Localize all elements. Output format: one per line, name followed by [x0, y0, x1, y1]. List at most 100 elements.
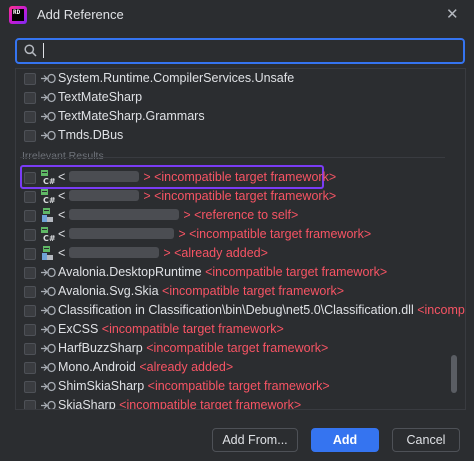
item-name: <: [58, 246, 66, 260]
item-status: > <incompatible target framework>: [143, 170, 337, 184]
item-name: ShimSkiaSharp: [58, 379, 145, 393]
checkbox[interactable]: [24, 362, 36, 374]
redacted-name: [69, 209, 180, 220]
package-reference-icon: [41, 111, 56, 125]
redacted-name: [69, 190, 140, 201]
checkbox[interactable]: [24, 324, 36, 336]
item-name: Avalonia.DesktopRuntime: [58, 265, 202, 279]
list-item[interactable]: HarfBuzzSharp <incompatible target frame…: [16, 339, 449, 358]
package-reference-icon: [41, 267, 56, 281]
search-input[interactable]: [15, 38, 465, 64]
checkbox[interactable]: [24, 73, 36, 85]
item-status: <incompat: [417, 303, 465, 317]
checkbox[interactable]: [24, 248, 36, 260]
list-item[interactable]: Tmds.DBus: [16, 126, 449, 145]
csharp-project-icon: C#: [41, 227, 56, 243]
list-item[interactable]: System.Runtime.CompilerServices.Unsafe: [16, 69, 449, 88]
checkbox[interactable]: [24, 267, 36, 279]
item-status: <incompatible target framework>: [147, 379, 330, 393]
redacted-name: [69, 247, 160, 258]
package-reference-icon: [41, 381, 56, 395]
item-status: <incompatible target framework>: [101, 322, 284, 336]
item-status: > <incompatible target framework>: [178, 227, 372, 241]
section-separator: [20, 157, 445, 158]
checkbox[interactable]: [24, 210, 36, 222]
redacted-name: [69, 171, 140, 182]
list-item[interactable]: < > <already added>: [16, 244, 449, 263]
item-status: <incompatible target framework>: [119, 398, 302, 410]
list-item[interactable]: Mono.Android <already added>: [16, 358, 449, 377]
list-item[interactable]: Avalonia.Svg.Skia <incompatible target f…: [16, 282, 449, 301]
checkbox[interactable]: [24, 305, 36, 317]
package-reference-icon: [41, 92, 56, 106]
item-name: Classification in Classification\bin\Deb…: [58, 303, 414, 317]
list-item[interactable]: C# < > <incompatible target framework>: [16, 187, 449, 206]
close-icon[interactable]: ✕: [446, 5, 459, 23]
list-item[interactable]: < > <reference to self>: [16, 206, 449, 225]
package-reference-icon: [41, 362, 56, 376]
section-label-irrelevant: Irrelevant Results: [22, 150, 104, 162]
list-item[interactable]: TextMateSharp: [16, 88, 449, 107]
item-name: Mono.Android: [58, 360, 136, 374]
package-reference-icon: [41, 286, 56, 300]
package-reference-icon: [41, 324, 56, 338]
list-item[interactable]: Classification in Classification\bin\Deb…: [16, 301, 465, 320]
checkbox[interactable]: [24, 130, 36, 142]
item-name: <: [58, 227, 66, 241]
package-reference-icon: [41, 400, 56, 409]
list-item[interactable]: ShimSkiaSharp <incompatible target frame…: [16, 377, 449, 396]
item-name: <: [58, 208, 66, 222]
scrollbar-thumb[interactable]: [451, 355, 457, 393]
package-reference-icon: [41, 305, 56, 319]
item-status: <already added>: [139, 360, 234, 374]
list-item[interactable]: TextMateSharp.Grammars: [16, 107, 449, 126]
item-status: > <incompatible target framework>: [143, 189, 337, 203]
svg-text:C#: C#: [43, 234, 55, 242]
svg-text:C#: C#: [43, 177, 55, 185]
list-item[interactable]: ExCSS <incompatible target framework>: [16, 320, 449, 339]
checkbox[interactable]: [24, 172, 36, 184]
checkbox[interactable]: [24, 343, 36, 355]
item-name: Tmds.DBus: [58, 128, 124, 142]
checkbox[interactable]: [24, 111, 36, 123]
checkbox[interactable]: [24, 400, 36, 409]
rider-app-icon: RD: [9, 6, 27, 24]
checkbox[interactable]: [24, 381, 36, 393]
checkbox[interactable]: [24, 286, 36, 298]
item-name: TextMateSharp: [58, 90, 143, 104]
checkbox[interactable]: [24, 229, 36, 241]
package-reference-icon: [41, 73, 56, 87]
search-icon: [24, 44, 37, 57]
checkbox[interactable]: [24, 92, 36, 104]
list-item[interactable]: Avalonia.DesktopRuntime <incompatible ta…: [16, 263, 449, 282]
item-status: <incompatible target framework>: [205, 265, 388, 279]
reference-list[interactable]: Irrelevant Results System.Runtime.Compil…: [15, 68, 466, 410]
csharp-project-icon: C#: [41, 189, 56, 205]
item-name: HarfBuzzSharp: [58, 341, 143, 355]
item-name: TextMateSharp.Grammars: [58, 109, 205, 123]
item-status: > <reference to self>: [183, 208, 299, 222]
checkbox[interactable]: [24, 191, 36, 203]
window-title: Add Reference: [37, 7, 124, 22]
package-reference-icon: [41, 130, 56, 144]
cancel-button[interactable]: Cancel: [392, 428, 460, 452]
item-status: <incompatible target framework>: [162, 284, 345, 298]
add-button[interactable]: Add: [311, 428, 379, 452]
item-name: SkiaSharp: [58, 398, 116, 410]
redacted-name: [69, 228, 175, 239]
add-from-button[interactable]: Add From...: [212, 428, 298, 452]
assembly-icon: [41, 246, 55, 261]
item-name: System.Runtime.CompilerServices.Unsafe: [58, 71, 295, 85]
title-bar: RD Add Reference ✕: [0, 0, 474, 30]
list-item[interactable]: SkiaSharp <incompatible target framework…: [16, 396, 449, 410]
item-status: <incompatible target framework>: [146, 341, 329, 355]
package-reference-icon: [41, 343, 56, 357]
item-name: <: [58, 189, 66, 203]
svg-text:C#: C#: [43, 196, 55, 204]
csharp-project-icon: C#: [41, 170, 56, 186]
item-name: ExCSS: [58, 322, 99, 336]
item-name: Avalonia.Svg.Skia: [58, 284, 159, 298]
list-item[interactable]: C# < > <incompatible target framework>: [16, 168, 449, 187]
list-item[interactable]: C# < > <incompatible target framework>: [16, 225, 449, 244]
item-name: <: [58, 170, 66, 184]
